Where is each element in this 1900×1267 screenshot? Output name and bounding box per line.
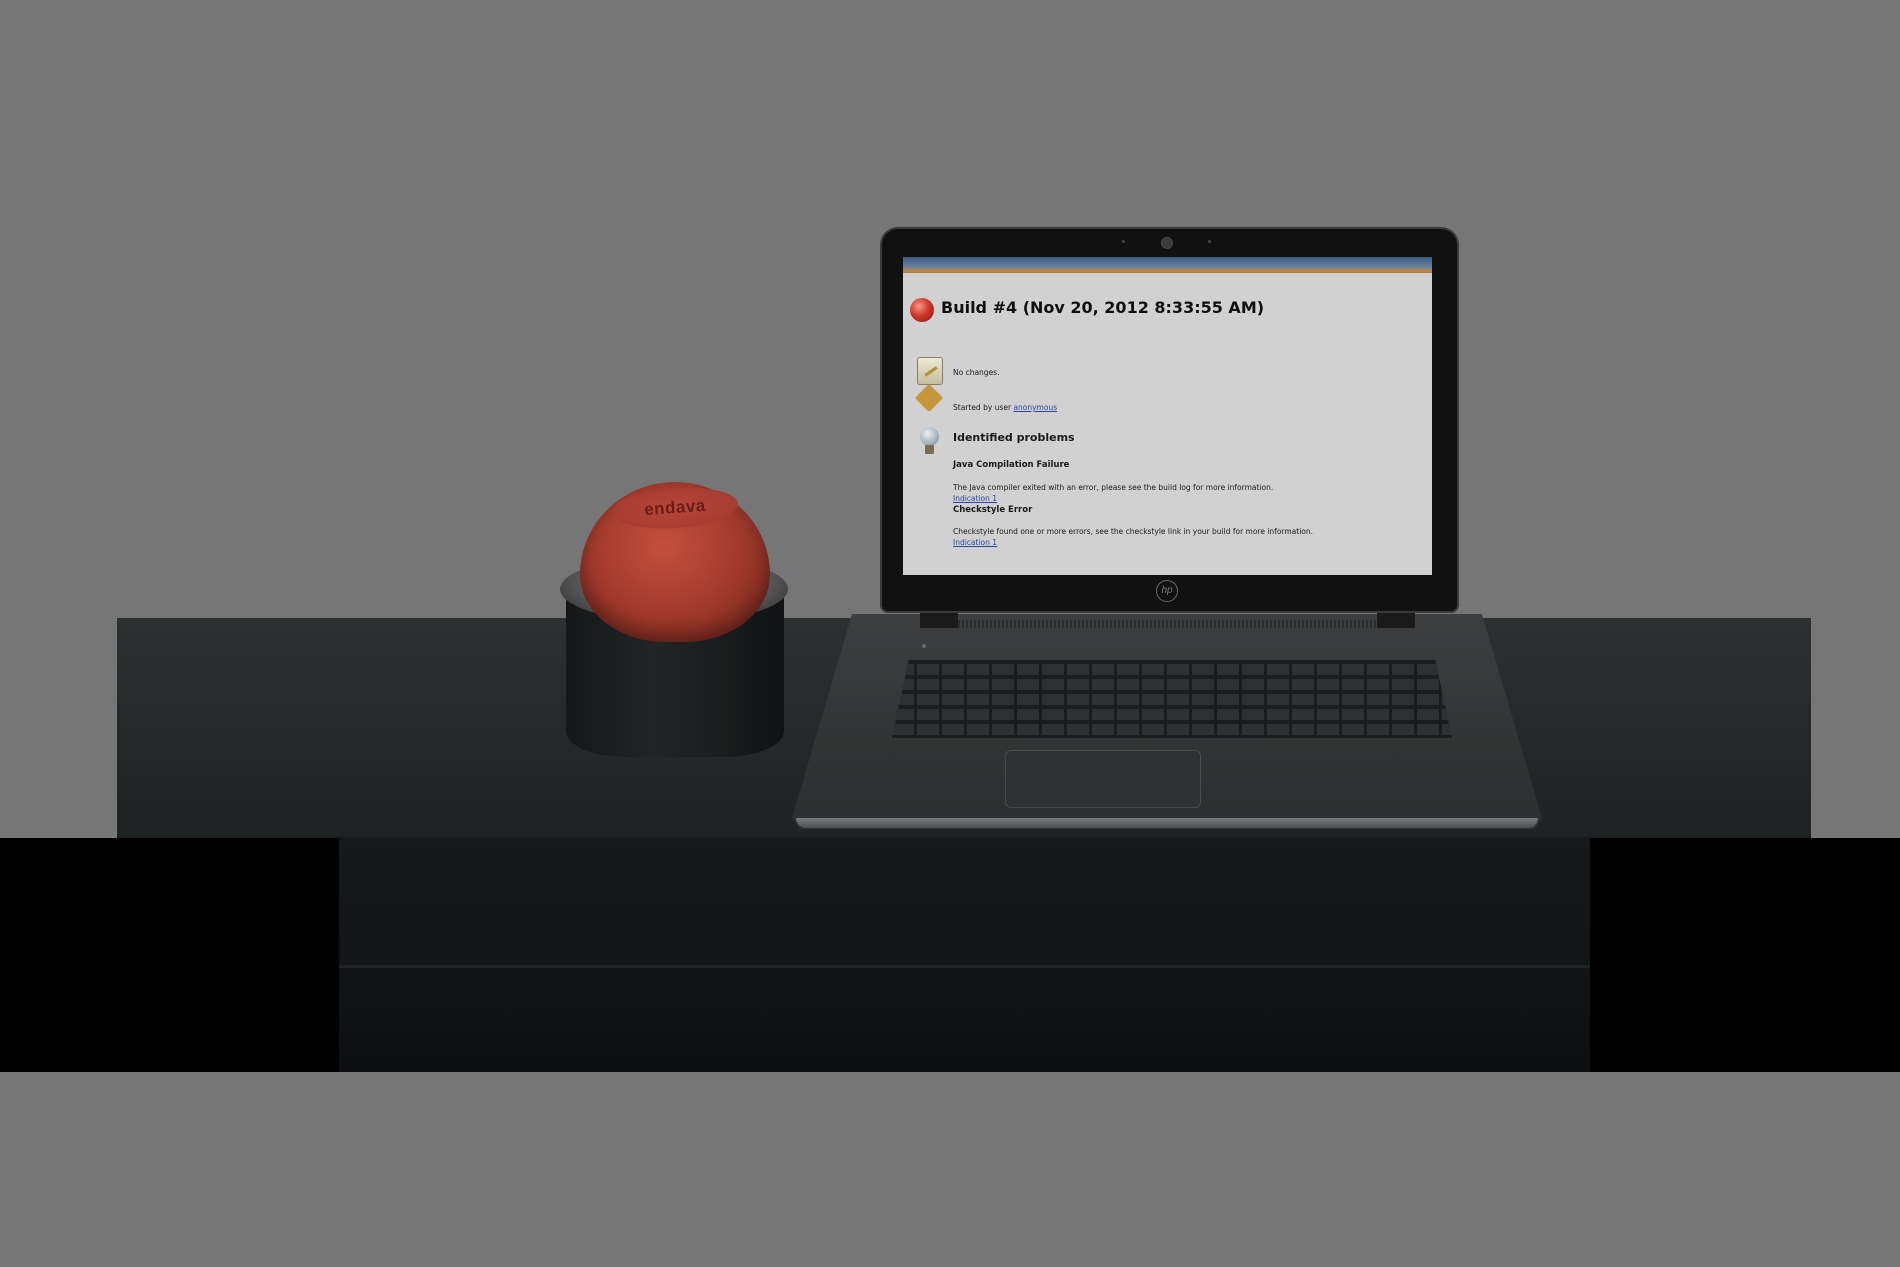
user-link[interactable]: anonymous — [1013, 403, 1057, 412]
page-title: Build #4 (Nov 20, 2012 8:33:55 AM) — [941, 298, 1265, 317]
keyboard-row — [892, 724, 1452, 735]
laptop-keyboard — [892, 660, 1452, 738]
problem-description: The Java compiler exited with an error, … — [953, 483, 1274, 492]
keyboard-row — [892, 709, 1452, 720]
user-icon — [914, 383, 944, 413]
keyboard-row — [892, 664, 1452, 675]
started-by-label: Started by user — [953, 403, 1014, 412]
problems-heading: Identified problems — [953, 431, 1075, 444]
started-by-text: Started by user anonymous — [953, 403, 1057, 412]
keyboard-row — [892, 679, 1452, 690]
problem-title: Checkstyle Error — [953, 505, 1033, 515]
changes-text: No changes. — [953, 368, 1000, 377]
keyboard-row — [892, 694, 1452, 705]
lightbulb-base — [925, 445, 934, 454]
microphone — [1122, 240, 1125, 243]
problem-title: Java Compilation Failure — [953, 460, 1070, 470]
hp-logo: hp — [1156, 580, 1178, 602]
red-ball-icon — [910, 298, 934, 322]
indication-link[interactable]: Indication 1 — [953, 494, 997, 503]
laptop-base-edge — [796, 818, 1538, 828]
webcam-icon — [1161, 237, 1173, 249]
endava-logo: endava — [643, 495, 707, 520]
problem-description: Checkstyle found one or more errors, see… — [953, 527, 1314, 536]
lightbulb-icon — [920, 427, 939, 446]
cabinet-drawer — [339, 968, 1590, 1072]
speaker-grille — [958, 620, 1376, 628]
microphone — [1208, 240, 1211, 243]
touchpad — [1005, 750, 1201, 808]
notepad-icon — [917, 357, 943, 385]
indication-link[interactable]: Indication 1 — [953, 538, 997, 547]
jenkins-header-bar — [903, 257, 1432, 273]
laptop-screen: Build #4 (Nov 20, 2012 8:33:55 AM) No ch… — [903, 257, 1432, 575]
power-led — [922, 644, 926, 648]
